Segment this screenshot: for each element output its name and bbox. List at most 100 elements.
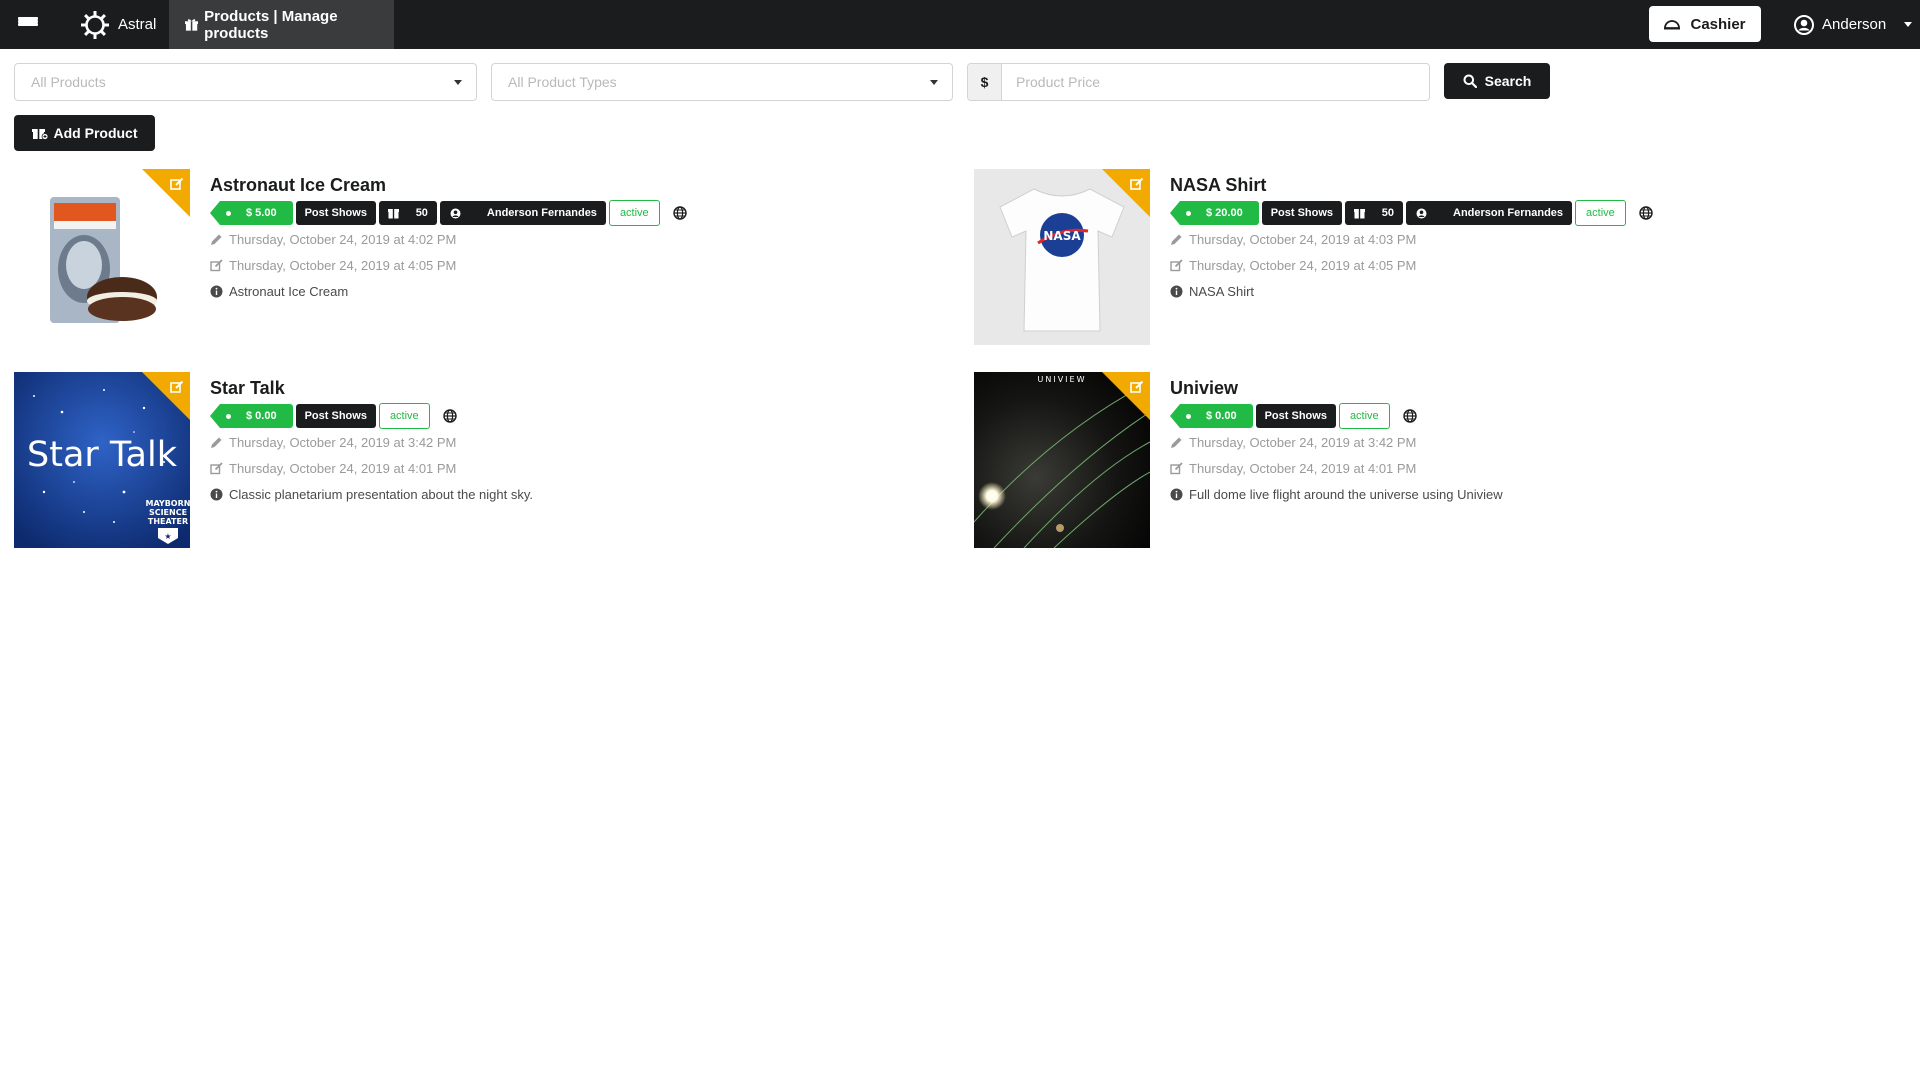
- product-type-label: Post Shows: [295, 201, 376, 225]
- info-circle-icon: [210, 285, 223, 298]
- edited-date: Thursday, October 24, 2019 at 4:05 PM: [1170, 258, 1416, 273]
- status-badge: active: [1338, 403, 1390, 429]
- user-menu-dropdown[interactable]: Anderson: [1794, 0, 1913, 49]
- created-date: Thursday, October 24, 2019 at 3:42 PM: [1170, 435, 1416, 450]
- product-price-input[interactable]: [1002, 64, 1429, 100]
- visibility-toggle[interactable]: [1639, 206, 1653, 220]
- edited-date: Thursday, October 24, 2019 at 4:05 PM: [210, 258, 456, 273]
- info-circle-icon: [1170, 285, 1183, 298]
- search-icon: [1463, 74, 1477, 88]
- visibility-toggle[interactable]: [672, 206, 687, 220]
- cashier-button[interactable]: Cashier: [1649, 6, 1761, 42]
- nav-item-label: Products | Manage products: [204, 7, 338, 42]
- edited-date-text: Thursday, October 24, 2019 at 4:05 PM: [229, 258, 457, 273]
- edit-icon: [170, 380, 184, 393]
- globe-icon: [442, 409, 457, 423]
- edit-icon: [1130, 177, 1144, 190]
- product-title[interactable]: Star Talk: [210, 378, 285, 399]
- dome-icon: [1664, 20, 1681, 30]
- product-card: Astronaut Ice Cream $ 5.00 Post Shows 50…: [14, 169, 914, 349]
- created-date-text: Thursday, October 24, 2019 at 3:42 PM: [229, 435, 457, 450]
- edit-icon: [210, 259, 223, 272]
- globe-icon: [672, 206, 687, 220]
- search-button[interactable]: Search: [1444, 63, 1550, 99]
- created-date-text: Thursday, October 24, 2019 at 4:02 PM: [229, 232, 457, 247]
- gift-icon: [185, 18, 199, 31]
- status-badge: active: [378, 403, 430, 429]
- edit-icon: [1130, 380, 1144, 393]
- pencil-icon: [1171, 234, 1182, 245]
- product-description: NASA Shirt: [1170, 284, 1254, 299]
- product-type-label: Post Shows: [295, 404, 376, 428]
- owner-label: Anderson Fernandes: [439, 201, 606, 225]
- product-image[interactable]: [14, 169, 190, 345]
- created-date-text: Thursday, October 24, 2019 at 4:03 PM: [1189, 232, 1417, 247]
- top-navbar: Astral Products | Manage products Cashie…: [0, 0, 1920, 49]
- owner-name: Anderson Fernandes: [486, 207, 597, 219]
- description-text: NASA Shirt: [1189, 284, 1255, 299]
- created-date-text: Thursday, October 24, 2019 at 3:42 PM: [1189, 435, 1417, 450]
- edited-date-text: Thursday, October 24, 2019 at 4:01 PM: [1189, 461, 1417, 476]
- created-date: Thursday, October 24, 2019 at 3:42 PM: [210, 435, 456, 450]
- poster-subtext: SCIENCE: [149, 508, 187, 517]
- info-circle-icon: [1170, 488, 1183, 501]
- currency-label: $: [968, 64, 1002, 100]
- quantity-value: 50: [415, 207, 428, 219]
- edited-date-text: Thursday, October 24, 2019 at 4:05 PM: [1189, 258, 1417, 273]
- product-image[interactable]: UNIVIEW: [974, 372, 1150, 548]
- add-product-button[interactable]: Add Product: [14, 115, 155, 151]
- edited-date: Thursday, October 24, 2019 at 4:01 PM: [1170, 461, 1416, 476]
- product-card: UNIVIEW Uniview $ 0.00 Post Shows active…: [974, 372, 1874, 552]
- status-badge: active: [608, 200, 660, 226]
- edit-icon: [1170, 462, 1183, 475]
- price-tag: $ 5.00: [210, 201, 293, 225]
- product-types-placeholder: All Product Types: [508, 74, 617, 90]
- poster-subtext: THEATER: [148, 517, 188, 526]
- quantity-value: 50: [1381, 207, 1395, 219]
- nav-item-products[interactable]: Products | Manage products: [169, 0, 394, 49]
- product-price-field: $: [967, 63, 1430, 101]
- created-date: Thursday, October 24, 2019 at 4:02 PM: [210, 232, 456, 247]
- product-image[interactable]: NASA: [974, 169, 1150, 345]
- product-description: Astronaut Ice Cream: [210, 284, 348, 299]
- edited-date-text: Thursday, October 24, 2019 at 4:01 PM: [229, 461, 457, 476]
- visibility-toggle[interactable]: [442, 409, 457, 423]
- cashier-label: Cashier: [1690, 15, 1746, 33]
- product-labels: $ 5.00 Post Shows 50 Anderson Fernandes …: [210, 200, 687, 226]
- product-image[interactable]: Star Talk MAYBORN SCIENCE THEATER ★: [14, 372, 190, 548]
- product-description: Full dome live flight around the univers…: [1170, 487, 1503, 502]
- menu-toggle-button[interactable]: [18, 0, 40, 49]
- product-title[interactable]: Uniview: [1170, 378, 1238, 399]
- product-card: NASA NASA Shirt $ 20.00 Post Shows 50 An…: [974, 169, 1874, 349]
- description-text: Astronaut Ice Cream: [229, 284, 349, 299]
- visibility-toggle[interactable]: [1402, 409, 1417, 423]
- price-tag: $ 20.00: [1170, 201, 1259, 225]
- hamburger-icon: [18, 16, 38, 33]
- brand-name: Astral: [118, 16, 157, 33]
- info-circle-icon: [210, 488, 223, 501]
- product-card: Star Talk MAYBORN SCIENCE THEATER ★ Star…: [14, 372, 914, 552]
- box-icon: [387, 208, 399, 219]
- poster-subtext: MAYBORN: [146, 499, 190, 508]
- edited-date: Thursday, October 24, 2019 at 4:01 PM: [210, 461, 456, 476]
- uniview-logo-text: UNIVIEW: [1038, 375, 1087, 384]
- product-type-label: Post Shows: [1261, 201, 1343, 225]
- brand-link[interactable]: Astral: [80, 0, 156, 49]
- chevron-down-icon: [1904, 22, 1913, 27]
- quantity-label: 50: [1345, 201, 1404, 225]
- product-labels: $ 0.00 Post Shows active: [210, 403, 457, 429]
- products-dropdown[interactable]: All Products: [14, 63, 477, 101]
- product-types-dropdown[interactable]: All Product Types: [491, 63, 953, 101]
- pencil-icon: [1171, 437, 1182, 448]
- poster-title-text: Star Talk: [27, 435, 178, 475]
- created-date: Thursday, October 24, 2019 at 4:03 PM: [1170, 232, 1416, 247]
- product-title[interactable]: Astronaut Ice Cream: [210, 175, 386, 196]
- product-description: Classic planetarium presentation about t…: [210, 487, 533, 502]
- add-product-label: Add Product: [53, 125, 138, 141]
- edit-icon: [170, 177, 184, 190]
- product-title[interactable]: NASA Shirt: [1170, 175, 1266, 196]
- owner-label: Anderson Fernandes: [1406, 201, 1573, 225]
- dropdown-caret-icon: [930, 80, 938, 85]
- globe-icon: [1402, 409, 1417, 423]
- nasa-logo-text: NASA: [1043, 229, 1081, 243]
